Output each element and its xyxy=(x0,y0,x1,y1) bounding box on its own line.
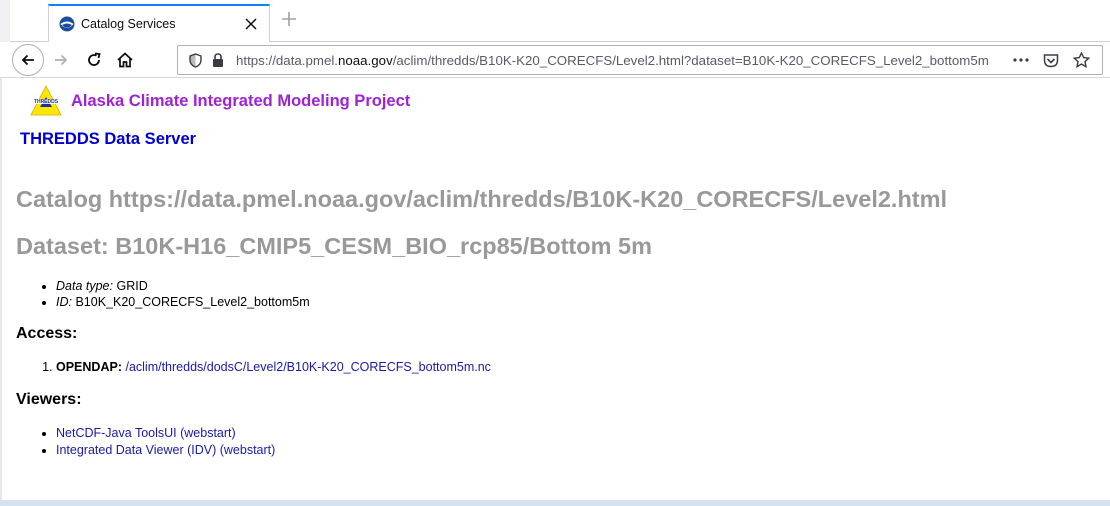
access-list: OPENDAP: /aclim/thredds/dodsC/Level2/B10… xyxy=(16,359,491,376)
forward-button[interactable] xyxy=(46,45,76,75)
tab-catalog-services[interactable]: Catalog Services xyxy=(48,4,270,42)
reload-icon xyxy=(88,52,101,66)
lock-icon[interactable] xyxy=(208,52,228,68)
dataset-properties-list: Data type: GRID ID: B10K_K20_CORECFS_Lev… xyxy=(16,278,310,310)
svg-text:THREDDS: THREDDS xyxy=(34,99,59,105)
pocket-icon[interactable] xyxy=(1036,53,1066,68)
list-item: Integrated Data Viewer (IDV) (webstart) xyxy=(56,442,275,459)
list-item: Data type: GRID xyxy=(56,278,310,294)
home-icon xyxy=(117,52,133,68)
list-item: NetCDF-Java ToolsUI (webstart) xyxy=(56,425,275,442)
url-prefix: https://data.pmel. xyxy=(236,52,338,68)
tab-close-icon[interactable] xyxy=(241,14,261,34)
catalog-heading: Catalog https://data.pmel.noaa.gov/aclim… xyxy=(16,186,948,212)
tab-title: Catalog Services xyxy=(81,17,176,31)
property-label: ID: xyxy=(56,295,72,309)
server-title: THREDDS Data Server xyxy=(20,130,197,148)
project-title: Alaska Climate Integrated Modeling Proje… xyxy=(71,91,411,110)
page-content: THREDDS Alaska Climate Integrated Modeli… xyxy=(16,78,1106,500)
viewers-list: NetCDF-Java ToolsUI (webstart) Integrate… xyxy=(16,425,275,458)
tab-bar-edge xyxy=(0,0,10,42)
forward-arrow-icon xyxy=(55,54,68,66)
url-bar[interactable]: https://data.pmel.noaa.gov/aclim/thredds… xyxy=(177,45,1103,75)
toolsui-link[interactable]: NetCDF-Java ToolsUI (webstart) xyxy=(56,426,236,440)
idv-link[interactable]: Integrated Data Viewer (IDV) (webstart) xyxy=(56,443,275,457)
navigation-bar: https://data.pmel.noaa.gov/aclim/thredds… xyxy=(0,42,1110,78)
url-text[interactable]: https://data.pmel.noaa.gov/aclim/thredds… xyxy=(236,53,1006,68)
tracking-shield-icon[interactable] xyxy=(184,52,206,68)
opendap-link[interactable]: /aclim/thredds/dodsC/Level2/B10K-K20_COR… xyxy=(125,360,490,374)
noaa-favicon-icon xyxy=(59,16,75,32)
list-item: OPENDAP: /aclim/thredds/dodsC/Level2/B10… xyxy=(56,359,491,376)
property-value: GRID xyxy=(116,279,148,293)
more-actions-icon[interactable] xyxy=(1006,58,1036,62)
thredds-logo[interactable]: THREDDS xyxy=(30,85,62,117)
viewers-heading: Viewers: xyxy=(16,391,82,408)
home-button[interactable] xyxy=(110,45,140,75)
url-path: /aclim/thredds/B10K-K20_CORECFS/Level2.h… xyxy=(392,52,989,68)
access-heading: Access: xyxy=(16,325,78,342)
window-left-edge xyxy=(0,78,2,506)
service-name: OPENDAP: xyxy=(56,360,122,374)
bookmark-star-icon[interactable] xyxy=(1066,52,1096,68)
header-row: THREDDS Alaska Climate Integrated Modeli… xyxy=(30,84,410,118)
window-bottom-edge xyxy=(0,500,1110,506)
back-button[interactable] xyxy=(12,44,44,76)
list-item: ID: B10K_K20_CORECFS_Level2_bottom5m xyxy=(56,294,310,310)
reload-button[interactable] xyxy=(79,45,109,75)
new-tab-icon[interactable] xyxy=(278,8,300,30)
back-arrow-icon xyxy=(21,54,34,66)
tab-bar: Catalog Services xyxy=(0,0,1110,42)
property-label: Data type: xyxy=(56,279,113,293)
dataset-heading: Dataset: B10K-H16_CMIP5_CESM_BIO_rcp85/B… xyxy=(16,233,653,259)
property-value: B10K_K20_CORECFS_Level2_bottom5m xyxy=(75,295,310,309)
url-host: noaa.gov xyxy=(338,52,393,68)
url-actions xyxy=(1006,52,1096,68)
